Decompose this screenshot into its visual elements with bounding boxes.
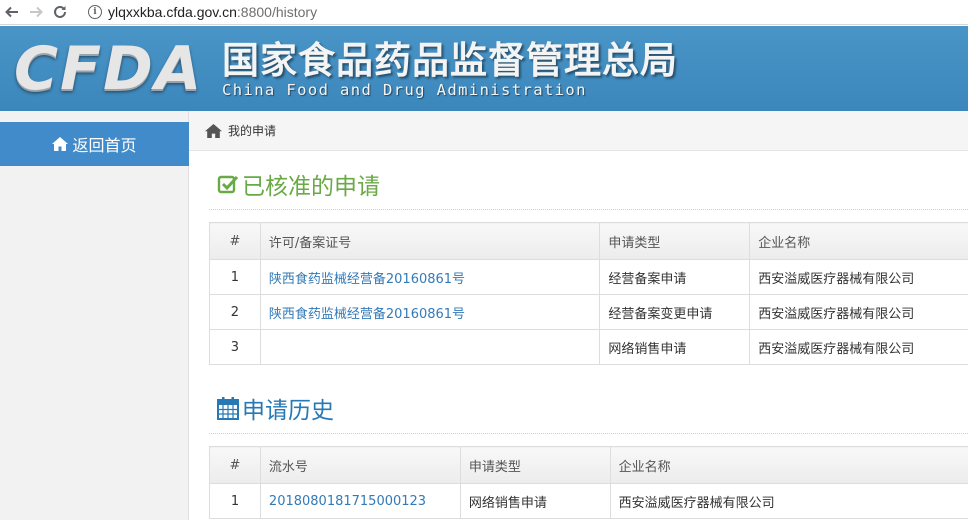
check-square-icon — [217, 175, 239, 194]
breadcrumb-label: 我的申请 — [228, 124, 277, 138]
info-icon[interactable]: i — [88, 5, 102, 19]
history-section-title: 申请历史 — [217, 391, 334, 425]
company-cell: 西安溢威医疗器械有限公司 — [749, 259, 968, 295]
approved-section-title: 已核准的申请 — [217, 167, 380, 201]
column-header: 企业名称 — [749, 222, 968, 260]
company-cell: 西安溢威医疗器械有限公司 — [749, 294, 968, 330]
back-arrow-icon[interactable] — [0, 0, 24, 24]
approved-title-text: 已核准的申请 — [242, 174, 380, 200]
breadcrumb: 我的申请 — [189, 111, 968, 151]
cert-cell: 陕西食药监械经营备20160861号 — [259, 259, 601, 295]
company-cell: 西安溢威医疗器械有限公司 — [609, 483, 968, 519]
cfda-logo: CFDA — [14, 34, 204, 104]
cert-cell — [259, 329, 601, 365]
history-title-text: 申请历史 — [242, 398, 334, 424]
sidebar-home-label: 返回首页 — [72, 136, 137, 155]
type-cell: 网络销售申请 — [459, 483, 611, 519]
cert-cell: 陕西食药监械经营备20160861号 — [259, 294, 601, 330]
home-icon — [52, 137, 69, 151]
reload-icon[interactable] — [48, 0, 72, 24]
forward-arrow-icon[interactable] — [24, 0, 48, 24]
column-header: 企业名称 — [609, 446, 968, 484]
table-row: 2 陕西食药监械经营备20160861号 经营备案变更申请 西安溢威医疗器械有限… — [209, 294, 968, 330]
cert-link[interactable]: 陕西食药监械经营备20160861号 — [269, 307, 465, 322]
url-path: :8800/history — [236, 4, 318, 20]
url-host: ylqxxkba.cfda.gov.cn — [108, 4, 237, 20]
row-number: 2 — [209, 294, 261, 330]
column-header: 流水号 — [259, 446, 461, 484]
divider — [209, 209, 968, 210]
table-row: 1 2018080181715000123 网络销售申请 西安溢威医疗器械有限公… — [209, 483, 968, 519]
serial-link[interactable]: 2018080181715000123 — [269, 494, 426, 509]
address-bar[interactable]: ylqxxkba.cfda.gov.cn:8800/history — [108, 4, 317, 20]
main-content: 我的申请 已核准的申请 # 许可/备案证号 申请类型 企业名称 1 陕西食药监械… — [189, 111, 968, 520]
calendar-icon — [217, 397, 239, 420]
history-table: # 流水号 申请类型 企业名称 1 2018080181715000123 网络… — [209, 446, 968, 519]
approved-table: # 许可/备案证号 申请类型 企业名称 1 陕西食药监械经营备20160861号… — [209, 222, 968, 365]
row-number: 1 — [209, 483, 261, 519]
serial-cell: 2018080181715000123 — [259, 483, 461, 519]
row-number: 3 — [209, 329, 261, 365]
site-header: CFDA 国家食品药品监督管理总局 China Food and Drug Ad… — [0, 26, 968, 111]
column-header: 许可/备案证号 — [259, 222, 601, 260]
column-header: 申请类型 — [459, 446, 611, 484]
type-cell: 经营备案申请 — [599, 259, 751, 295]
row-number: 1 — [209, 259, 261, 295]
table-row: 3 网络销售申请 西安溢威医疗器械有限公司 — [209, 329, 968, 365]
table-header-row: # 流水号 申请类型 企业名称 — [209, 446, 968, 484]
column-header: # — [209, 446, 261, 484]
table-row: 1 陕西食药监械经营备20160861号 经营备案申请 西安溢威医疗器械有限公司 — [209, 259, 968, 295]
browser-toolbar: i ylqxxkba.cfda.gov.cn:8800/history — [0, 0, 968, 25]
type-cell: 网络销售申请 — [599, 329, 751, 365]
type-cell: 经营备案变更申请 — [599, 294, 751, 330]
column-header: 申请类型 — [599, 222, 751, 260]
column-header: # — [209, 222, 261, 260]
header-title-english: China Food and Drug Administration — [222, 81, 587, 99]
table-header-row: # 许可/备案证号 申请类型 企业名称 — [209, 222, 968, 260]
header-title-chinese: 国家食品药品监督管理总局 — [222, 39, 678, 82]
company-cell: 西安溢威医疗器械有限公司 — [749, 329, 968, 365]
divider — [209, 433, 968, 434]
home-icon[interactable] — [205, 123, 222, 138]
sidebar: 返回首页 — [0, 111, 189, 520]
cert-link[interactable]: 陕西食药监械经营备20160861号 — [269, 272, 465, 287]
sidebar-home-link[interactable]: 返回首页 — [0, 122, 189, 166]
